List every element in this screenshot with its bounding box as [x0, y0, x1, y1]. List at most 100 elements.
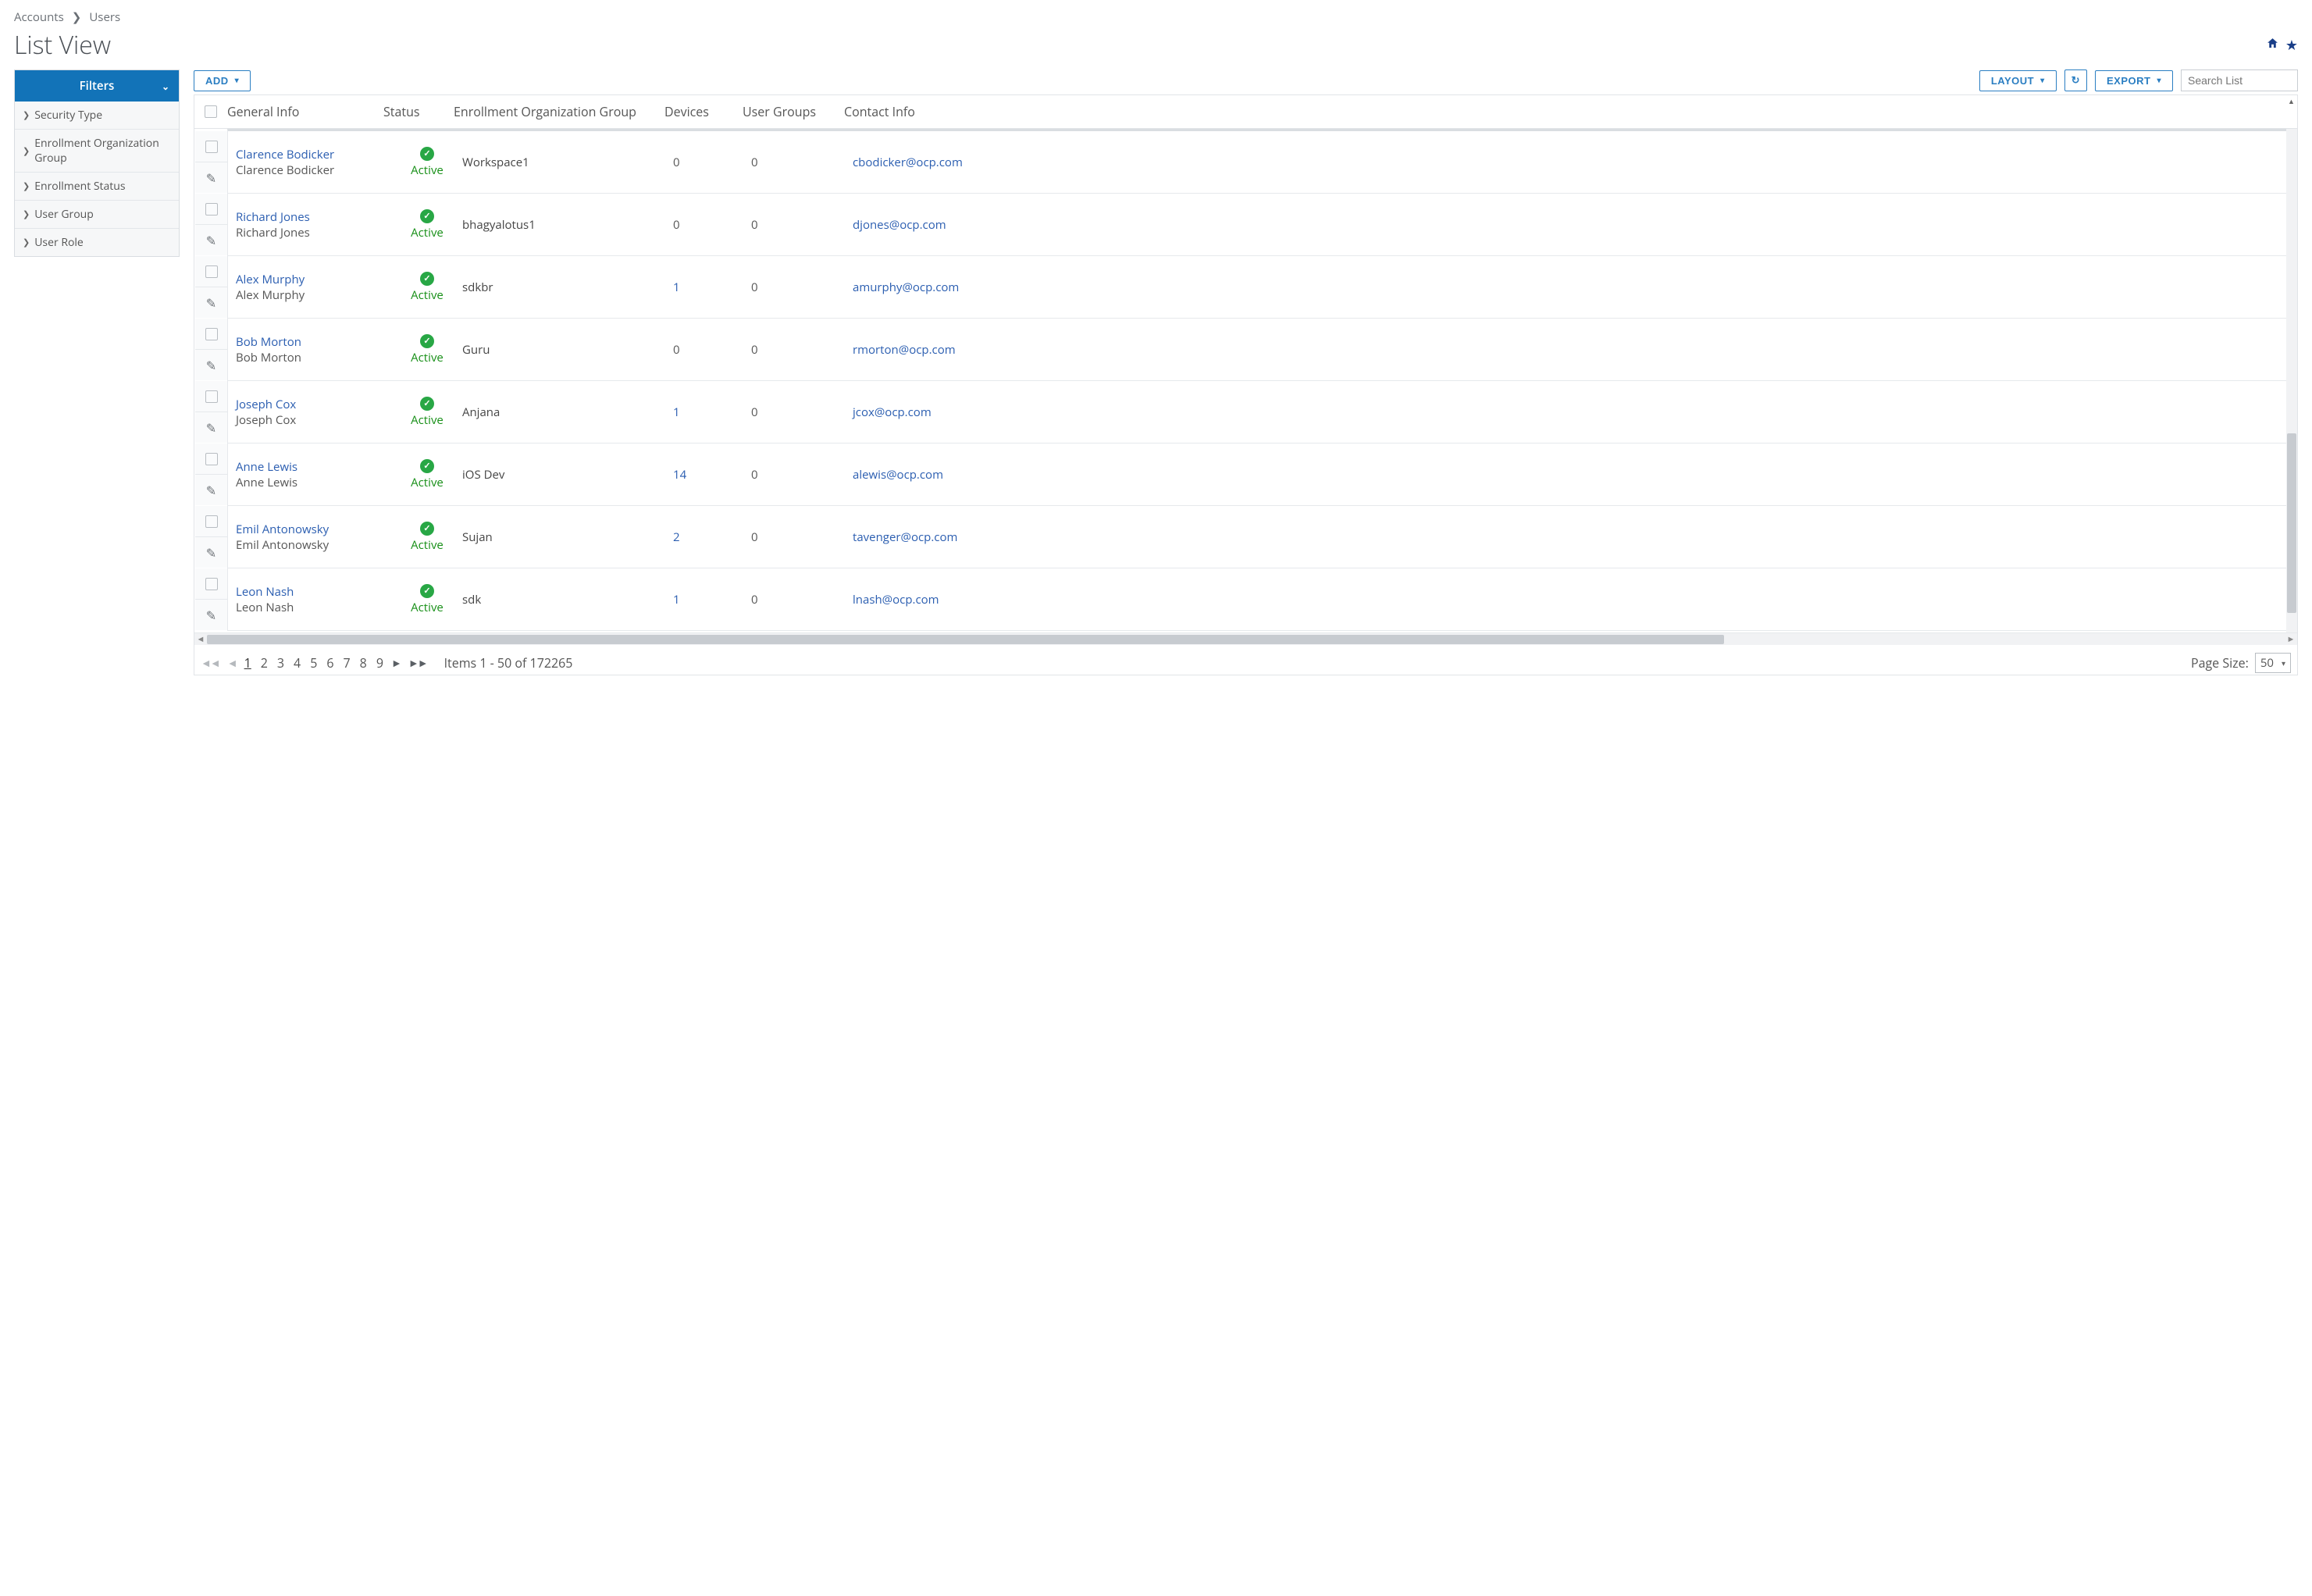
table-row: ✎Clarence BodickerClarence Bodicker✓Acti… — [228, 131, 2297, 194]
chevron-down-icon: ▾ — [2157, 77, 2161, 85]
row-checkbox[interactable] — [205, 453, 218, 465]
export-button[interactable]: EXPORT ▾ — [2095, 70, 2173, 91]
scroll-right-arrow-icon[interactable]: ► — [2285, 633, 2297, 645]
filter-item[interactable]: ❯Enrollment Status — [15, 172, 179, 200]
contact-email-link[interactable]: alewis@ocp.com — [853, 467, 2292, 483]
pager-last-icon[interactable]: ►► — [408, 656, 427, 671]
pager-page[interactable]: 7 — [344, 654, 351, 672]
edit-icon[interactable]: ✎ — [206, 294, 216, 312]
table-row: ✎Emil AntonowskyEmil Antonowsky✓ActiveSu… — [228, 506, 2297, 568]
scroll-up-arrow-icon[interactable]: ▲ — [2286, 96, 2296, 106]
scroll-left-arrow-icon[interactable]: ◄ — [194, 633, 207, 645]
scrollbar-thumb[interactable] — [207, 635, 1724, 644]
col-general-info[interactable]: General Info — [227, 103, 383, 120]
row-checkbox[interactable] — [205, 328, 218, 340]
col-status[interactable]: Status — [383, 103, 454, 120]
devices-cell[interactable]: 14 — [673, 467, 751, 483]
user-username: Leon Nash — [236, 600, 392, 615]
chevron-down-icon: ▾ — [2040, 77, 2045, 85]
home-icon[interactable] — [2266, 36, 2279, 55]
pager-page[interactable]: 6 — [326, 654, 333, 672]
pager-page[interactable]: 8 — [360, 654, 367, 672]
devices-cell[interactable]: 1 — [673, 592, 751, 607]
layout-button[interactable]: LAYOUT ▾ — [1979, 70, 2057, 91]
filter-item[interactable]: ❯User Group — [15, 200, 179, 228]
pager-page[interactable]: 4 — [294, 654, 301, 672]
user-groups-cell: 0 — [751, 404, 853, 420]
user-display-name-link[interactable]: Joseph Cox — [236, 397, 392, 412]
pager-page[interactable]: 9 — [376, 654, 383, 672]
filter-item[interactable]: ❯Security Type — [15, 102, 179, 129]
contact-email-link[interactable]: tavenger@ocp.com — [853, 529, 2292, 545]
contact-email-link[interactable]: rmorton@ocp.com — [853, 342, 2292, 358]
edit-icon[interactable]: ✎ — [206, 419, 216, 436]
pager-page[interactable]: 1 — [244, 654, 251, 672]
star-icon[interactable]: ★ — [2285, 36, 2298, 55]
row-checkbox[interactable] — [205, 265, 218, 278]
user-username: Alex Murphy — [236, 287, 392, 303]
filter-item-label: Enrollment Organization Group — [34, 136, 171, 166]
org-group-cell: Sujan — [462, 529, 673, 545]
edit-icon[interactable]: ✎ — [206, 232, 216, 249]
status-label: Active — [411, 225, 444, 240]
edit-icon[interactable]: ✎ — [206, 607, 216, 624]
org-group-cell: sdk — [462, 592, 673, 607]
chevron-right-icon: ❯ — [72, 9, 82, 25]
col-devices[interactable]: Devices — [664, 103, 743, 120]
scrollbar-thumb[interactable] — [2287, 433, 2296, 613]
refresh-button[interactable]: ↻ — [2064, 69, 2087, 91]
col-user-groups[interactable]: User Groups — [743, 103, 844, 120]
row-checkbox[interactable] — [205, 390, 218, 403]
row-checkbox[interactable] — [205, 141, 218, 153]
contact-email-link[interactable]: jcox@ocp.com — [853, 404, 2292, 420]
row-checkbox[interactable] — [205, 203, 218, 216]
user-groups-cell: 0 — [751, 217, 853, 233]
status-label: Active — [411, 350, 444, 365]
devices-cell[interactable]: 1 — [673, 404, 751, 420]
user-display-name-link[interactable]: Bob Morton — [236, 334, 392, 350]
page-size-select[interactable]: 50 ▾ — [2255, 653, 2291, 673]
edit-icon[interactable]: ✎ — [206, 357, 216, 374]
contact-email-link[interactable]: djones@ocp.com — [853, 217, 2292, 233]
user-display-name-link[interactable]: Clarence Bodicker — [236, 147, 392, 162]
col-org-group[interactable]: Enrollment Organization Group — [454, 103, 664, 120]
edit-icon[interactable]: ✎ — [206, 169, 216, 187]
horizontal-scrollbar[interactable]: ◄ ► — [194, 632, 2297, 645]
select-all-checkbox[interactable] — [205, 105, 217, 118]
user-display-name-link[interactable]: Richard Jones — [236, 209, 392, 225]
user-display-name-link[interactable]: Emil Antonowsky — [236, 522, 392, 537]
filter-item[interactable]: ❯User Role — [15, 228, 179, 256]
pager-page[interactable]: 5 — [310, 654, 317, 672]
col-contact-info[interactable]: Contact Info — [844, 103, 2292, 120]
status-active-icon: ✓ — [420, 397, 434, 411]
pager-next-icon[interactable]: ► — [391, 656, 401, 671]
breadcrumb-users[interactable]: Users — [89, 9, 120, 25]
add-button[interactable]: ADD ▾ — [194, 70, 251, 91]
filter-item[interactable]: ❯Enrollment Organization Group — [15, 129, 179, 172]
contact-email-link[interactable]: lnash@ocp.com — [853, 592, 2292, 607]
filter-item-label: User Role — [34, 235, 84, 250]
pager-first-icon: ◄◄ — [201, 656, 219, 671]
filter-item-label: User Group — [34, 207, 94, 222]
pager-page[interactable]: 2 — [261, 654, 268, 672]
toolbar: ADD ▾ LAYOUT ▾ ↻ EXPORT ▾ — [194, 69, 2298, 91]
contact-email-link[interactable]: amurphy@ocp.com — [853, 280, 2292, 295]
user-groups-cell: 0 — [751, 280, 853, 295]
devices-cell[interactable]: 2 — [673, 529, 751, 545]
filters-header[interactable]: Filters ⌄ — [15, 70, 179, 102]
row-checkbox[interactable] — [205, 578, 218, 590]
edit-icon[interactable]: ✎ — [206, 482, 216, 499]
devices-cell[interactable]: 1 — [673, 280, 751, 295]
user-display-name-link[interactable]: Anne Lewis — [236, 459, 392, 475]
row-checkbox[interactable] — [205, 515, 218, 528]
contact-email-link[interactable]: cbodicker@ocp.com — [853, 155, 2292, 170]
user-display-name-link[interactable]: Leon Nash — [236, 584, 392, 600]
search-input[interactable] — [2181, 69, 2298, 91]
breadcrumb-accounts[interactable]: Accounts — [14, 9, 64, 25]
pager-pages: 123456789 — [244, 654, 383, 672]
filter-item-label: Security Type — [34, 108, 102, 123]
vertical-scrollbar[interactable] — [2286, 129, 2297, 632]
edit-icon[interactable]: ✎ — [206, 544, 216, 561]
user-display-name-link[interactable]: Alex Murphy — [236, 272, 392, 287]
pager-page[interactable]: 3 — [277, 654, 284, 672]
